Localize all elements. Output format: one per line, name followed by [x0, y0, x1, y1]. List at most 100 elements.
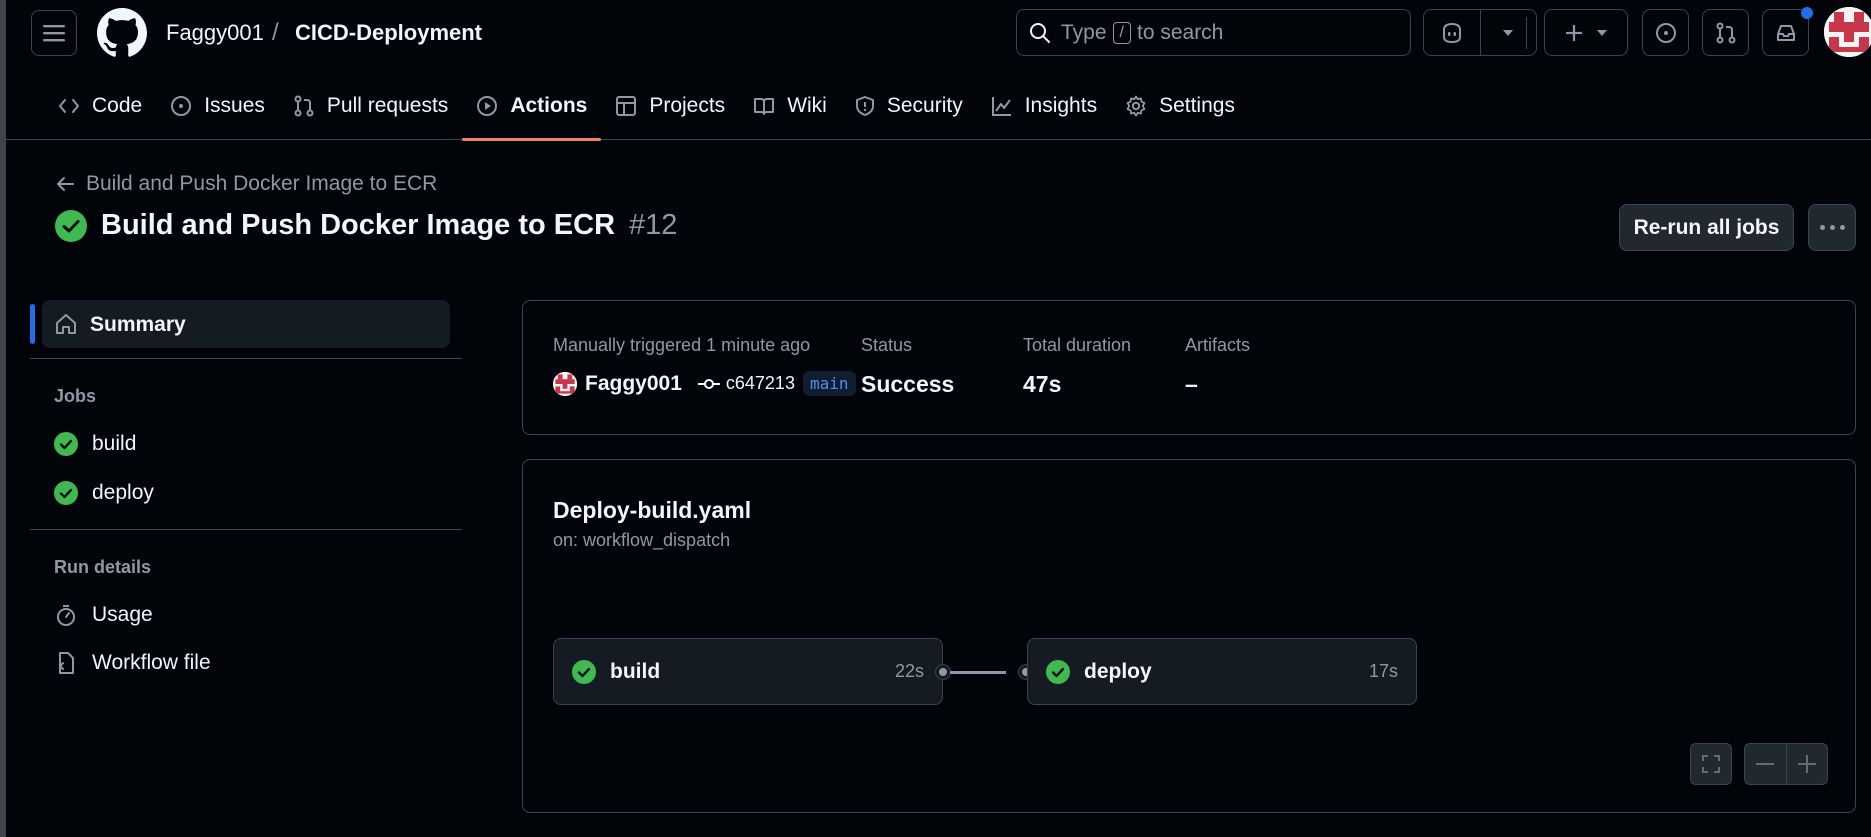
copilot-button-group [1423, 9, 1537, 56]
search-shortcut-key: / [1112, 21, 1131, 44]
back-to-workflow-link[interactable]: Build and Push Docker Image to ECR [56, 172, 437, 196]
zoom-out-button[interactable] [1745, 744, 1786, 784]
job-name: build [610, 659, 661, 683]
hamburger-menu-button[interactable] [31, 10, 77, 56]
create-new-button[interactable] [1544, 9, 1628, 56]
fullscreen-button[interactable] [1690, 743, 1732, 785]
actor-avatar[interactable] [553, 371, 577, 396]
kebab-horizontal-icon [1819, 225, 1825, 230]
code-icon [59, 99, 79, 113]
tab-wiki[interactable]: Wiki [739, 84, 841, 128]
more-options-button[interactable] [1808, 204, 1856, 251]
run-summary-card: Manually triggered 1 minute ago Faggy001… [522, 300, 1856, 435]
tab-actions[interactable]: Actions [462, 84, 602, 141]
pull-requests-button[interactable] [1702, 9, 1749, 56]
repo-name-link[interactable]: CICD-Deployment [295, 20, 482, 46]
trigger-details: Faggy001 c647213 main [553, 371, 856, 396]
job-duration: 17s [1368, 661, 1398, 681]
tab-issues[interactable]: Issues [156, 84, 279, 128]
git-commit-icon [697, 378, 720, 389]
copilot-icon [1442, 22, 1461, 43]
inbox-icon [1776, 24, 1795, 41]
search-suffix-text: to search [1136, 20, 1224, 44]
tab-security[interactable]: Security [841, 84, 977, 128]
search-input[interactable]: Type / to search [1016, 9, 1411, 56]
run-title-text: Build and Push Docker Image to ECR [101, 209, 616, 241]
sidebar-item-usage[interactable]: Usage [54, 603, 153, 627]
search-prefix-text: Type [1061, 20, 1107, 44]
user-avatar[interactable] [1824, 7, 1871, 57]
sidebar-item-label: Usage [92, 603, 153, 626]
gear-icon [1126, 95, 1146, 117]
sidebar-job-label: build [92, 432, 137, 455]
tab-label: Issues [204, 94, 265, 117]
sidebar-job-label: deploy [92, 481, 154, 504]
tab-settings[interactable]: Settings [1111, 84, 1249, 128]
sidebar-divider [30, 358, 462, 359]
zoom-controls [1744, 743, 1828, 785]
run-details-heading: Run details [54, 557, 152, 577]
branch-label[interactable]: main [802, 371, 856, 396]
tab-label: Projects [649, 94, 726, 117]
header-divider [1526, 17, 1527, 49]
tab-label: Wiki [787, 94, 827, 117]
check-circle-fill-icon [55, 209, 87, 242]
tab-label: Settings [1159, 94, 1235, 117]
run-number: #12 [629, 209, 678, 241]
copilot-dropdown-button[interactable] [1479, 10, 1536, 55]
commit-sha: c647213 [725, 373, 795, 393]
sidebar-job-build[interactable]: build [54, 432, 136, 456]
tab-projects[interactable]: Projects [601, 84, 739, 128]
stopwatch-icon [57, 605, 75, 626]
artifacts-value: – [1185, 371, 1198, 397]
job-duration: 22s [894, 661, 924, 681]
commit-link[interactable]: c647213 [697, 373, 795, 394]
zoom-in-button[interactable] [1785, 744, 1827, 784]
github-logo-icon[interactable] [97, 8, 147, 58]
duration-label: Total duration [1023, 335, 1132, 355]
sidebar-job-deploy[interactable]: deploy [54, 481, 154, 505]
git-pull-request-icon [1716, 22, 1735, 43]
actor-link[interactable]: Faggy001 [585, 372, 682, 396]
top-header: Faggy001 / CICD-Deployment Type / to sea… [6, 0, 1871, 141]
tab-code[interactable]: Code [44, 84, 156, 128]
issues-button[interactable] [1642, 9, 1689, 56]
check-circle-fill-icon [572, 659, 596, 684]
job-name: deploy [1084, 659, 1152, 683]
tab-pull-requests[interactable]: Pull requests [279, 84, 462, 128]
tab-label: Security [886, 94, 963, 117]
workflow-file-name: Deploy-build.yaml [553, 497, 752, 523]
job-dependency-edge [950, 671, 1006, 674]
graph-icon [991, 97, 1011, 116]
issue-opened-icon [1655, 22, 1676, 43]
repo-owner-link[interactable]: Faggy001 [166, 20, 264, 46]
copilot-button[interactable] [1424, 10, 1480, 55]
tab-label: Insights [1024, 94, 1098, 117]
home-icon [56, 314, 76, 334]
sidebar-item-summary[interactable]: Summary [30, 300, 450, 348]
path-separator: / [272, 19, 279, 46]
arrow-left-icon [57, 177, 74, 191]
notification-dot [1801, 7, 1813, 19]
tab-label: Actions [510, 94, 588, 117]
table-icon [616, 96, 637, 116]
sidebar-item-label: Summary [90, 313, 186, 336]
status-label: Status [861, 335, 913, 355]
file-code-icon [59, 652, 74, 674]
sidebar-item-workflow-file[interactable]: Workflow file [54, 651, 211, 675]
shield-icon [855, 96, 874, 116]
search-icon [1030, 22, 1050, 43]
play-icon [477, 96, 498, 116]
tab-insights[interactable]: Insights [977, 84, 1111, 128]
triangle-down-icon [1597, 29, 1607, 36]
rerun-all-jobs-button[interactable]: Re-run all jobs [1619, 204, 1794, 251]
run-title: Build and Push Docker Image to ECR #12 [55, 209, 677, 242]
check-circle-fill-icon [54, 432, 78, 456]
screen-full-icon [1702, 755, 1720, 773]
sidebar-divider [30, 529, 462, 530]
pull-request-icon [294, 95, 314, 117]
job-node-build[interactable]: build 22s [553, 638, 943, 705]
artifacts-label: Artifacts [1185, 335, 1251, 355]
job-node-deploy[interactable]: deploy 17s [1027, 638, 1417, 705]
check-circle-fill-icon [1046, 659, 1070, 684]
